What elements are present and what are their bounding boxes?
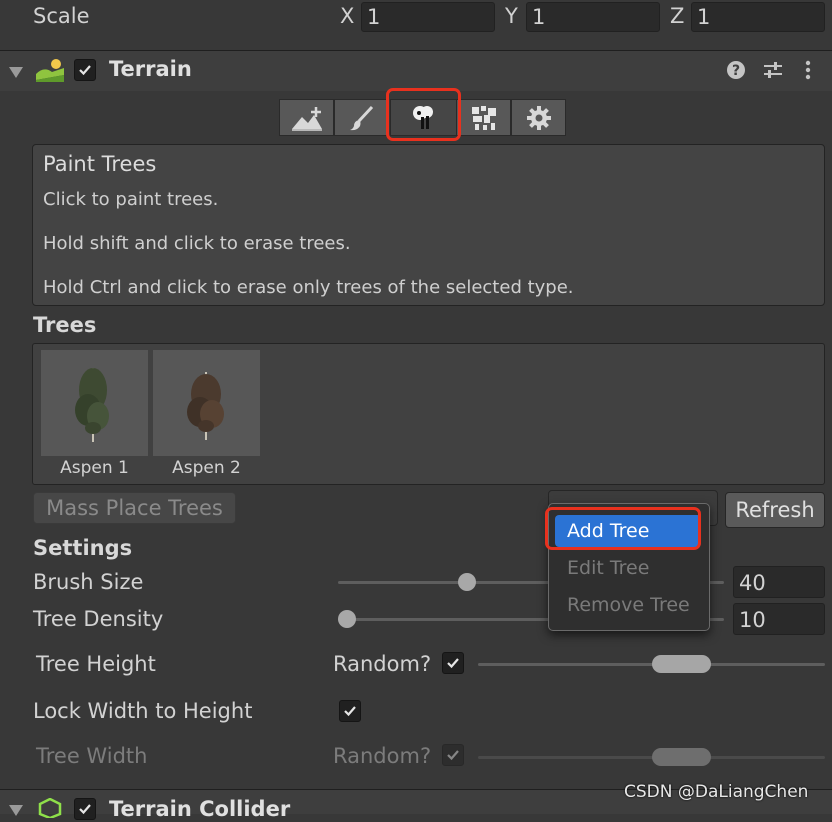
tree-height-random-checkbox[interactable] — [442, 652, 464, 674]
tree-label-aspen-2: Aspen 2 — [172, 458, 241, 478]
menu-item-edit-tree[interactable]: Edit Tree — [555, 552, 701, 584]
lock-width-checkbox[interactable] — [339, 700, 361, 722]
terrain-enabled-checkbox[interactable] — [74, 59, 96, 81]
scale-x-field[interactable]: 1 — [361, 2, 495, 32]
tree-height-random-label: Random? — [333, 652, 432, 676]
tree-density-field[interactable]: 10 — [733, 603, 825, 635]
help-title: Paint Trees — [43, 152, 157, 176]
trees-heading: Trees — [33, 313, 97, 337]
raise-lower-terrain-icon[interactable] — [279, 99, 334, 136]
menu-item-remove-tree[interactable]: Remove Tree — [555, 589, 701, 621]
terrain-icon — [36, 58, 64, 86]
help-line-1: Click to paint trees. — [43, 189, 219, 210]
paint-brush-icon[interactable] — [334, 99, 389, 136]
svg-text:?: ? — [732, 63, 740, 79]
z-axis-label[interactable]: Z — [670, 4, 684, 28]
tree-label-aspen-1: Aspen 1 — [60, 458, 129, 478]
tree-width-range-thumb[interactable] — [652, 748, 711, 766]
tree-thumbnail-aspen-1[interactable] — [41, 350, 148, 456]
tree-height-range-thumb[interactable] — [652, 655, 711, 673]
tree-thumbnail-aspen-2[interactable] — [153, 350, 260, 456]
settings-heading: Settings — [33, 536, 133, 560]
tree-density-label: Tree Density — [33, 607, 164, 631]
highlight-add-tree — [545, 507, 701, 550]
scale-label: Scale — [33, 4, 90, 28]
paint-details-icon[interactable] — [456, 99, 511, 136]
tree-prototype-grid — [32, 343, 825, 485]
scale-y-field[interactable]: 1 — [526, 2, 660, 32]
watermark: CSDN @DaLiangChen — [624, 782, 809, 802]
foldout-arrow-icon[interactable] — [9, 64, 23, 83]
settings-gear-icon[interactable] — [511, 99, 566, 136]
terrain-collider-title: Terrain Collider — [109, 797, 291, 821]
presets-icon[interactable] — [762, 60, 784, 80]
brush-size-label: Brush Size — [33, 570, 144, 594]
y-axis-label[interactable]: Y — [505, 4, 518, 28]
terrain-collider-enabled-checkbox[interactable] — [74, 798, 96, 820]
refresh-button[interactable]: Refresh — [725, 492, 825, 528]
tree-height-label: Tree Height — [36, 652, 156, 676]
mass-place-trees-button[interactable]: Mass Place Trees — [33, 492, 236, 524]
tree-density-slider-thumb[interactable] — [338, 610, 356, 628]
help-box: Paint Trees Click to paint trees. Hold s… — [32, 144, 825, 306]
tree-width-random-checkbox[interactable] — [442, 744, 464, 766]
kebab-menu-icon[interactable] — [800, 60, 816, 80]
terrain-title: Terrain — [109, 57, 192, 81]
x-axis-label[interactable]: X — [340, 4, 354, 28]
brush-size-field[interactable]: 40 — [733, 566, 825, 598]
collider-foldout-arrow-icon[interactable] — [9, 802, 23, 821]
help-icon[interactable]: ? — [726, 60, 746, 80]
terrain-collider-icon — [38, 797, 62, 822]
scale-z-field[interactable]: 1 — [691, 2, 825, 32]
tree-width-label: Tree Width — [36, 744, 148, 768]
help-line-3: Hold Ctrl and click to erase only trees … — [43, 277, 574, 298]
lock-width-label: Lock Width to Height — [33, 699, 253, 723]
highlight-paint-trees — [386, 88, 461, 141]
help-line-2: Hold shift and click to erase trees. — [43, 233, 351, 254]
brush-size-slider-thumb[interactable] — [458, 573, 476, 591]
tree-width-random-label: Random? — [333, 744, 432, 768]
